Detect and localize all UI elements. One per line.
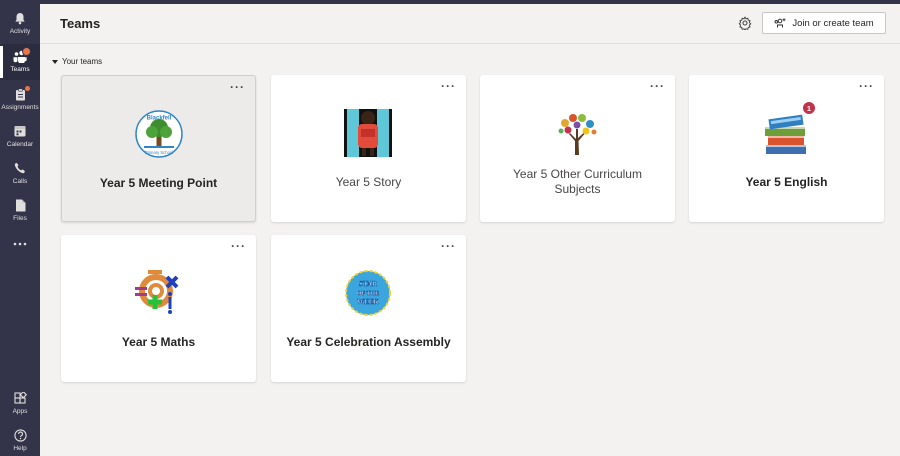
rail-item-calls[interactable]: Calls — [0, 156, 40, 192]
rail-item-teams[interactable]: Teams — [0, 44, 40, 80]
rail-item-label: Activity — [9, 28, 31, 35]
help-icon — [13, 428, 27, 442]
rail-item-files[interactable]: Files — [0, 193, 40, 229]
team-name: Year 5 Maths — [121, 335, 196, 349]
logo-text: WEEK — [357, 298, 379, 306]
calendar-icon — [13, 124, 27, 138]
logo-text: Blackfell — [147, 116, 172, 122]
phone-icon — [13, 161, 27, 175]
gear-icon[interactable] — [738, 16, 752, 32]
rail-item-more[interactable] — [0, 232, 40, 260]
caret-down-icon — [52, 59, 58, 64]
rail-item-label: Help — [13, 445, 27, 452]
logo-text: STAR — [359, 280, 378, 288]
rail-item-label: Calendar — [6, 141, 34, 148]
page-header: Teams Join or create team — [40, 4, 900, 44]
school-logo-icon: Blackfell Primary School — [135, 110, 183, 158]
logo-text: OF THE — [357, 291, 379, 297]
your-teams-toggle[interactable]: Your teams — [52, 57, 102, 66]
team-card-story[interactable]: ··· Year 5 Story — [271, 75, 466, 222]
app-rail: Activity Teams Assignments Calendar Call… — [0, 4, 40, 456]
team-name: Year 5 Celebration Assembly — [286, 335, 451, 349]
book-child-icon — [344, 109, 392, 157]
team-name: Year 5 Story — [335, 175, 402, 189]
rail-item-calendar[interactable]: Calendar — [0, 119, 40, 155]
logo-text: Primary School — [145, 150, 173, 155]
math-symbols-icon — [135, 270, 179, 314]
rail-item-label: Calls — [12, 178, 28, 185]
file-icon — [13, 198, 27, 212]
star-badge-icon: STAR OF THE WEEK — [345, 270, 391, 316]
more-options-icon[interactable]: ··· — [231, 240, 246, 252]
notification-dot — [25, 86, 30, 91]
join-button-label: Join or create team — [792, 17, 874, 29]
section-title: Your teams — [62, 57, 103, 66]
rail-item-label: Assignments — [1, 104, 39, 111]
team-name: Year 5 Meeting Point — [99, 176, 218, 190]
rail-item-label: Apps — [12, 408, 28, 415]
join-or-create-team-button[interactable]: Join or create team — [762, 12, 886, 34]
rail-item-label: Teams — [10, 66, 30, 73]
apps-icon — [13, 391, 27, 405]
add-team-icon — [774, 17, 786, 27]
team-card-english[interactable]: ··· 1 Year 5 English — [689, 75, 884, 222]
page-title: Teams — [60, 16, 101, 31]
rail-item-help[interactable]: Help — [0, 423, 40, 456]
bell-icon — [13, 11, 27, 25]
books-icon — [765, 114, 806, 154]
team-card-celebration-assembly[interactable]: ··· STAR OF THE WEEK Year 5 Celebration … — [271, 235, 466, 382]
more-options-icon[interactable]: ··· — [441, 240, 456, 252]
team-name: Year 5 Other Curriculum Subjects — [513, 167, 642, 196]
more-options-icon[interactable]: ··· — [650, 80, 665, 92]
team-card-other-subjects[interactable]: ··· Year 5 Other Curriculum Subjects — [480, 75, 675, 222]
team-card-meeting-point[interactable]: ··· Blackfell Primary School Year 5 Meet… — [61, 75, 256, 222]
tree-icon — [553, 109, 601, 157]
team-name: Year 5 English — [745, 175, 828, 189]
rail-item-apps[interactable]: Apps — [0, 386, 40, 422]
team-card-maths[interactable]: ··· Year 5 Maths — [61, 235, 256, 382]
more-options-icon[interactable]: ··· — [859, 80, 874, 92]
rail-item-activity[interactable]: Activity — [0, 6, 40, 42]
rail-item-assignments[interactable]: Assignments — [0, 82, 40, 118]
notification-badge: 1 — [803, 102, 815, 114]
more-icon — [13, 237, 27, 251]
rail-item-label: Files — [13, 215, 27, 222]
more-options-icon[interactable]: ··· — [230, 81, 245, 93]
notification-badge — [22, 47, 31, 56]
more-options-icon[interactable]: ··· — [441, 80, 456, 92]
